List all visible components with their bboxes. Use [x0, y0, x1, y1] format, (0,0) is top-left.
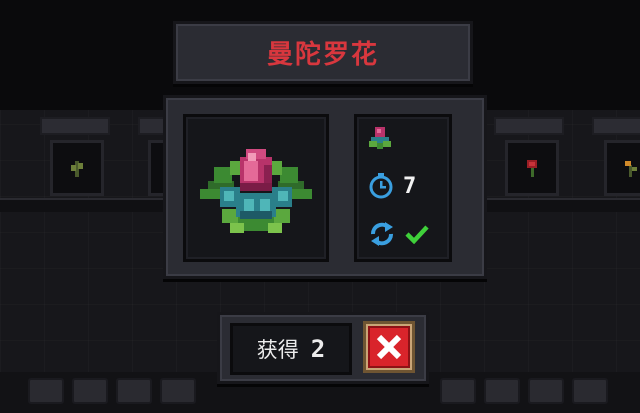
background-plant-slot — [50, 140, 104, 196]
floor-brick — [528, 378, 564, 404]
plant-name-title: 曼陀罗花 — [266, 40, 379, 70]
close-button[interactable] — [363, 321, 415, 373]
red-flower-icon — [527, 160, 537, 177]
floor-brick — [72, 378, 108, 404]
cycle-icon — [371, 222, 393, 246]
grow-time-value: 7 — [403, 173, 417, 199]
background-plant-slot — [505, 140, 559, 196]
floor-brick — [440, 378, 476, 404]
seed-row — [369, 125, 391, 151]
close-button-face[interactable] — [368, 326, 410, 368]
wall-cap — [592, 117, 640, 135]
floor-brick — [484, 378, 520, 404]
wall-cap — [494, 117, 564, 135]
mandala-flower-icon — [200, 149, 312, 233]
plant-stats-box: 7 — [354, 114, 452, 262]
seed-icon — [369, 127, 391, 149]
reward-panel: 获得 2 — [217, 312, 429, 384]
stopwatch-icon — [369, 173, 393, 199]
obtain-label: 获得 — [256, 338, 299, 362]
plant-info-panel: 7 — [163, 95, 487, 279]
obtain-count: 2 — [310, 335, 326, 363]
floor-brick — [116, 378, 152, 404]
reward-count-box: 获得 2 — [230, 323, 352, 375]
title-panel: 曼陀罗花 — [173, 21, 473, 84]
grow-time-row: 7 — [369, 173, 416, 199]
plant-preview-box — [183, 114, 329, 262]
check-icon — [405, 225, 429, 244]
repeat-row — [369, 221, 429, 247]
floor-brick — [160, 378, 196, 404]
floor-brick — [28, 378, 64, 404]
floor-brick — [572, 378, 608, 404]
small-plant-icon — [71, 161, 83, 177]
close-icon[interactable] — [376, 334, 402, 360]
wall-cap — [40, 117, 110, 135]
background-plant-slot — [604, 140, 640, 196]
orange-sprout-icon — [625, 161, 637, 177]
